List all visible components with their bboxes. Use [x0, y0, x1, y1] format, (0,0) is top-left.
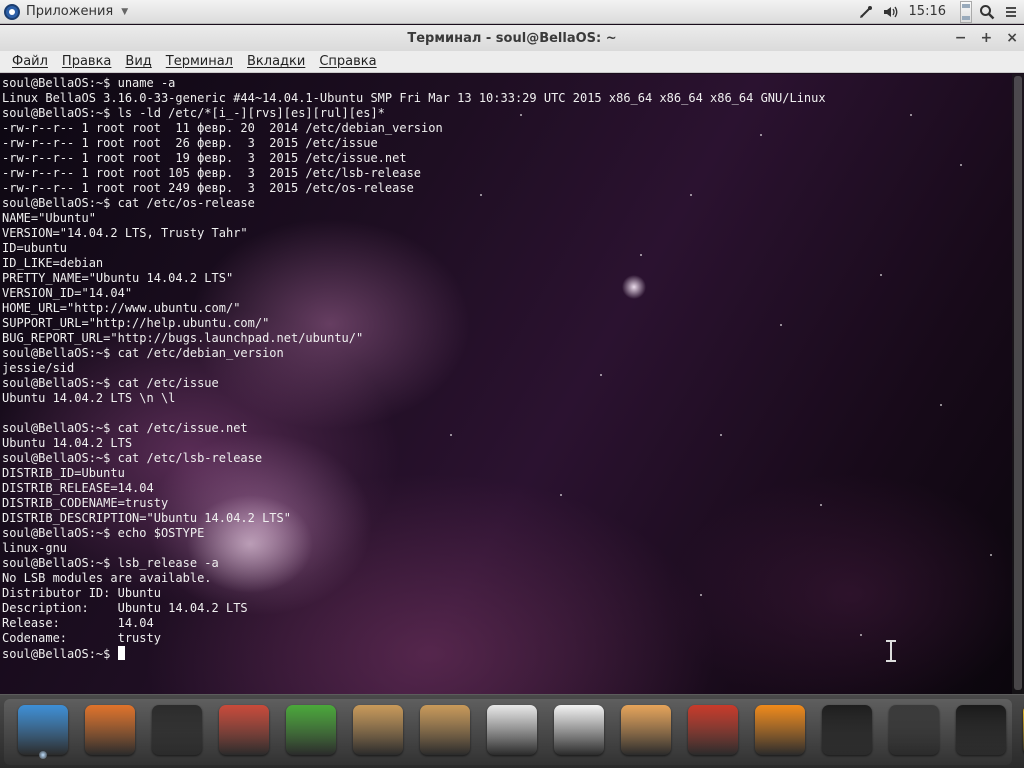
terminal-scrollbar[interactable] [1012, 74, 1024, 694]
terminal-area[interactable]: soul@BellaOS:~$ uname -a Linux BellaOS 3.… [0, 74, 1024, 694]
running-indicator [39, 751, 47, 759]
window-controls: − + × [955, 25, 1018, 51]
top-panel: Приложения ▼ 15:16 [0, 0, 1024, 24]
menu-file[interactable]: Файл [6, 54, 54, 69]
search-icon[interactable] [978, 3, 996, 21]
text-cursor [117, 646, 125, 660]
mouse-pointer-ibeam-icon [886, 640, 896, 662]
terminal-line: Distributor ID: Ubuntu [2, 586, 161, 600]
firefox-icon[interactable] [85, 705, 135, 755]
terminal-prompt: soul@BellaOS:~$ [2, 647, 118, 661]
terminal-line: DISTRIB_CODENAME=trusty [2, 496, 169, 510]
terminal-line: DISTRIB_RELEASE=14.04 [2, 481, 154, 495]
terminal-line: PRETTY_NAME="Ubuntu 14.04.2 LTS" [2, 271, 234, 285]
terminal-icon[interactable] [152, 705, 202, 755]
terminal-line: -rw-r--r-- 1 root root 26 февр. 3 2015 /… [2, 136, 378, 150]
window-titlebar[interactable]: Терминал - soul@BellaOS: ~ − + × [0, 25, 1024, 51]
maximize-icon[interactable]: + [981, 30, 993, 46]
disc-burner-icon[interactable] [688, 705, 738, 755]
applications-menu[interactable]: Приложения ▼ [0, 0, 128, 24]
star [940, 404, 942, 406]
menu-view[interactable]: Вид [119, 54, 157, 69]
terminal-line: Release: 14.04 [2, 616, 154, 630]
terminal-line: soul@BellaOS:~$ echo $OSTYPE [2, 526, 205, 540]
session-menu-icon[interactable] [1002, 3, 1020, 21]
terminal-line: Description: Ubuntu 14.04.2 LTS [2, 601, 248, 615]
volume-icon[interactable] [881, 3, 899, 21]
text-editor-icon[interactable] [554, 705, 604, 755]
menu-terminal[interactable]: Терминал [160, 54, 239, 69]
minimize-icon[interactable]: − [955, 30, 967, 46]
terminal-prompt-line: soul@BellaOS:~$ [2, 646, 826, 661]
chevron-down-icon: ▼ [121, 6, 129, 17]
terminal-line: HOME_URL="http://www.ubuntu.com/" [2, 301, 241, 315]
terminal-line: soul@BellaOS:~$ cat /etc/issue.net [2, 421, 248, 435]
star [880, 274, 882, 276]
terminal-line: -rw-r--r-- 1 root root 19 февр. 3 2015 /… [2, 151, 407, 165]
package-download-icon[interactable] [420, 705, 470, 755]
terminal-line: soul@BellaOS:~$ lsb_release -a [2, 556, 219, 570]
close-icon[interactable]: × [1006, 30, 1018, 46]
terminal-line: ID=ubuntu [2, 241, 68, 255]
terminal-line: -rw-r--r-- 1 root root 249 февр. 3 2015 … [2, 181, 414, 195]
terminal-line: VERSION="14.04.2 LTS, Trusty Tahr" [2, 226, 248, 240]
terminal-line: DISTRIB_DESCRIPTION="Ubuntu 14.04.2 LTS" [2, 511, 291, 525]
terminal-line: No LSB modules are available. [2, 571, 212, 585]
terminal-line: Linux BellaOS 3.16.0-33-generic #44~14.0… [2, 91, 826, 105]
menu-edit[interactable]: Правка [56, 54, 117, 69]
anchor-icon[interactable] [18, 705, 68, 755]
menu-help[interactable]: Справка [313, 54, 382, 69]
system-tray: 15:16 [857, 0, 1024, 24]
terminal-line: soul@BellaOS:~$ cat /etc/os-release [2, 196, 255, 210]
menu-bar: Файл Правка Вид Терминал Вкладки Справка [0, 51, 1024, 73]
terminal-line: BUG_REPORT_URL="http://bugs.launchpad.ne… [2, 331, 364, 345]
dock [0, 694, 1024, 768]
terminal-line: Ubuntu 14.04.2 LTS [2, 436, 133, 450]
distro-logo-icon [4, 3, 20, 20]
terminal-line: soul@BellaOS:~$ cat /etc/issue [2, 376, 219, 390]
terminal-line: Codename: trusty [2, 631, 161, 645]
star [990, 554, 992, 556]
star [910, 114, 912, 116]
clock[interactable]: 15:16 [909, 4, 946, 19]
paint-icon[interactable] [621, 705, 671, 755]
terminal-line: DISTRIB_ID=Ubuntu [2, 466, 125, 480]
terminal-output[interactable]: soul@BellaOS:~$ uname -a Linux BellaOS 3.… [2, 76, 826, 661]
video-player-icon[interactable] [822, 705, 872, 755]
terminal-line: -rw-r--r-- 1 root root 11 февр. 20 2014 … [2, 121, 443, 135]
archive-manager-icon[interactable] [219, 705, 269, 755]
system-monitor-icon[interactable] [956, 705, 1006, 755]
star [860, 634, 862, 636]
window-title: Терминал - soul@BellaOS: ~ [407, 30, 617, 46]
terminal-line: soul@BellaOS:~$ cat /etc/debian_version [2, 346, 284, 360]
terminal-line: linux-gnu [2, 541, 68, 555]
terminal-line: SUPPORT_URL="http://help.ubuntu.com/" [2, 316, 270, 330]
passwords-keys-icon[interactable] [286, 705, 336, 755]
terminal-line: ID_LIKE=debian [2, 256, 104, 270]
applications-menu-label: Приложения [26, 4, 114, 19]
webcam-icon[interactable] [889, 705, 939, 755]
vlc-icon[interactable] [755, 705, 805, 755]
terminal-line: soul@BellaOS:~$ cat /etc/lsb-release [2, 451, 263, 465]
menu-tabs[interactable]: Вкладки [241, 54, 311, 69]
network-icon[interactable] [857, 3, 875, 21]
terminal-line: VERSION_ID="14.04" [2, 286, 133, 300]
terminal-line: NAME="Ubuntu" [2, 211, 96, 225]
terminal-line: soul@BellaOS:~$ ls -ld /etc/*[i_-][rvs][… [2, 106, 385, 120]
workspace-switcher[interactable] [960, 0, 972, 23]
terminal-line: -rw-r--r-- 1 root root 105 февр. 3 2015 … [2, 166, 422, 180]
terminal-line: Ubuntu 14.04.2 LTS \n \l [2, 391, 176, 405]
terminal-line: jessie/sid [2, 361, 75, 375]
star [960, 164, 962, 166]
document-viewer-icon[interactable] [487, 705, 537, 755]
scrollbar-thumb[interactable] [1014, 76, 1022, 690]
package-installer-icon[interactable] [353, 705, 403, 755]
terminal-line: soul@BellaOS:~$ uname -a [2, 76, 176, 90]
